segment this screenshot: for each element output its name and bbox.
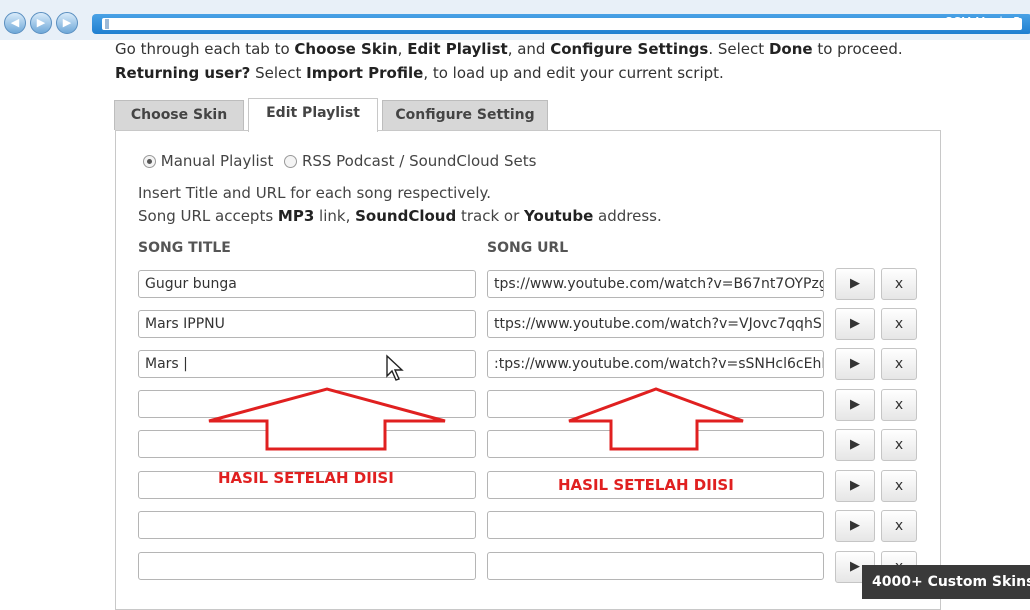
song-url-input[interactable]: ttps://www.youtube.com/watch?v=VJovc7qqh… xyxy=(487,310,824,338)
progress-knob[interactable] xyxy=(105,19,109,29)
remove-song-button[interactable]: x xyxy=(881,429,917,461)
song-url-header: SONG URL xyxy=(487,240,569,256)
play-song-button[interactable]: ▶ xyxy=(835,510,875,542)
song-title-input[interactable] xyxy=(138,552,476,580)
song-url-input[interactable] xyxy=(487,552,824,580)
rss-podcast-radio[interactable] xyxy=(284,155,298,168)
song-title-input[interactable]: Gugur bunga xyxy=(138,270,476,298)
previous-icon[interactable]: ◀ xyxy=(4,12,26,34)
up-arrow-annotation-left xyxy=(208,387,446,451)
remove-song-button[interactable]: x xyxy=(881,510,917,542)
remove-song-button[interactable]: x xyxy=(881,348,917,380)
tab-configure-setting[interactable]: Configure Setting xyxy=(382,100,548,130)
instruction-line-2: Returning user? Select Import Profile, t… xyxy=(115,64,724,82)
play-song-button[interactable]: ▶ xyxy=(835,389,875,421)
song-title-input[interactable] xyxy=(138,511,476,539)
description-line-2: Song URL accepts MP3 link, SoundCloud tr… xyxy=(138,207,662,225)
music-player-bar: ◀ ▶ ▶ SCM Music P xyxy=(0,0,1030,40)
player-progress-track[interactable] xyxy=(92,14,1030,34)
manual-playlist-label[interactable]: Manual Playlist xyxy=(161,152,274,170)
up-arrow-annotation-right xyxy=(568,387,744,451)
progress-bar xyxy=(102,18,1022,30)
manual-playlist-radio[interactable] xyxy=(143,155,156,168)
remove-song-button[interactable]: x xyxy=(881,470,917,502)
description-line-1: Insert Title and URL for each song respe… xyxy=(138,184,492,202)
song-url-input[interactable]: :tps://www.youtube.com/watch?v=sSNHcl6cE… xyxy=(487,350,824,378)
custom-skins-badge[interactable]: 4000+ Custom Skins xyxy=(862,565,1030,599)
playlist-type-selector: Manual Playlist RSS Podcast / SoundCloud… xyxy=(143,152,536,170)
player-title: SCM Music P xyxy=(945,15,1021,29)
remove-song-button[interactable]: x xyxy=(881,268,917,300)
play-icon[interactable]: ▶ xyxy=(30,12,52,34)
remove-song-button[interactable]: x xyxy=(881,308,917,340)
play-song-button[interactable]: ▶ xyxy=(835,348,875,380)
rss-podcast-label[interactable]: RSS Podcast / SoundCloud Sets xyxy=(302,152,536,170)
song-url-input[interactable] xyxy=(487,511,824,539)
annotation-right: HASIL SETELAH DIISI xyxy=(558,476,734,494)
tab-choose-skin[interactable]: Choose Skin xyxy=(114,100,244,130)
next-icon[interactable]: ▶ xyxy=(56,12,78,34)
instruction-line-1: Go through each tab to Choose Skin, Edit… xyxy=(115,40,903,58)
song-title-input[interactable]: Mars IPPNU xyxy=(138,310,476,338)
song-title-input[interactable]: Mars | xyxy=(138,350,476,378)
tab-edit-playlist[interactable]: Edit Playlist xyxy=(248,98,378,132)
play-song-button[interactable]: ▶ xyxy=(835,470,875,502)
remove-song-button[interactable]: x xyxy=(881,389,917,421)
play-song-button[interactable]: ▶ xyxy=(835,268,875,300)
song-url-input[interactable]: tps://www.youtube.com/watch?v=B67nt7OYPz… xyxy=(487,270,824,298)
annotation-left: HASIL SETELAH DIISI xyxy=(218,469,394,487)
mouse-cursor-icon xyxy=(386,354,404,381)
play-song-button[interactable]: ▶ xyxy=(835,308,875,340)
song-title-header: SONG TITLE xyxy=(138,240,231,256)
play-song-button[interactable]: ▶ xyxy=(835,429,875,461)
